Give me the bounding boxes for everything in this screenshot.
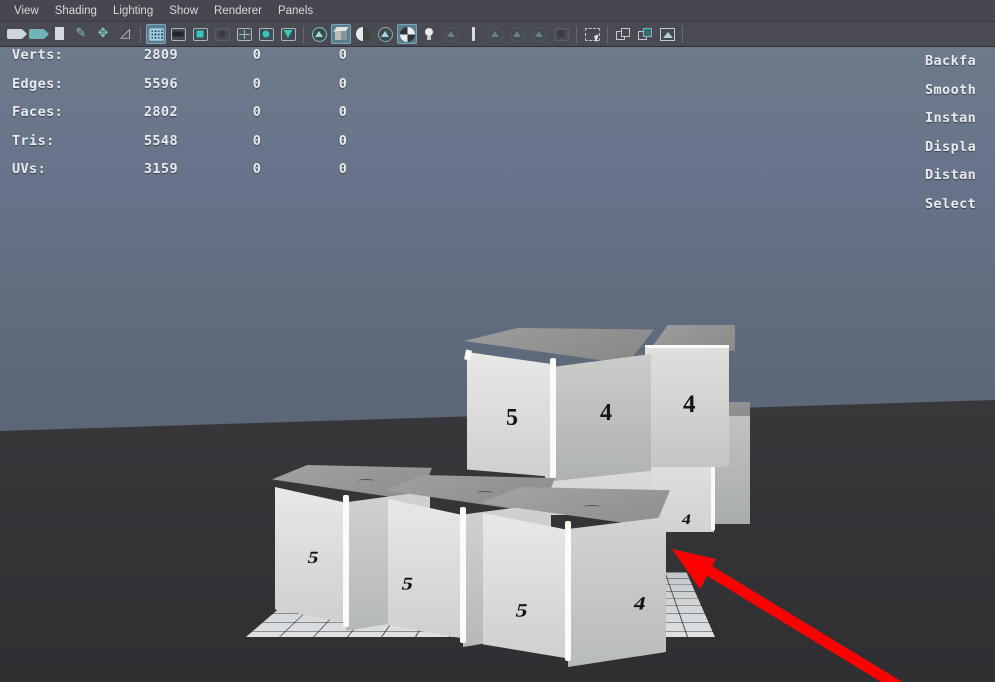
gate-mask-icon[interactable]: [212, 24, 232, 44]
lighting-icon[interactable]: [397, 24, 417, 44]
stat-row-edges: Edges: 5596 0 0: [0, 76, 420, 105]
stat-label-verts: Verts:: [12, 47, 64, 63]
grease-pencil-icon[interactable]: ✎: [71, 24, 91, 44]
toolbar-separator: [140, 25, 141, 43]
xray-joints-icon[interactable]: [278, 24, 298, 44]
toolbar-separator: [607, 25, 608, 43]
stat-total-faces: 2802: [143, 104, 178, 120]
stat-shown-uvs: 0: [338, 161, 348, 177]
menu-item-lighting[interactable]: Lighting: [105, 0, 161, 22]
stat-row-uvs: UVs: 3159 0 0: [0, 161, 420, 190]
screen-space-ao-icon[interactable]: [441, 24, 461, 44]
hud-right-select: Select: [925, 195, 977, 212]
menu-item-renderer[interactable]: Renderer: [206, 0, 270, 22]
hud-right-smooth: Smooth: [925, 81, 977, 98]
bookmark-icon[interactable]: [49, 24, 69, 44]
paint-effects-icon[interactable]: ◿: [115, 24, 135, 44]
cube-top-front[interactable]: 5 4: [464, 328, 654, 481]
toolbar-separator: [682, 25, 683, 43]
motion-blur-icon[interactable]: [463, 24, 483, 44]
stat-selected-faces: 0: [252, 104, 262, 120]
stat-label-tris: Tris:: [12, 132, 55, 149]
shadows-icon[interactable]: [419, 24, 439, 44]
cube-face-number-front: 4: [600, 400, 612, 426]
hud-right-backface: Backfa: [925, 53, 977, 69]
xray-icon[interactable]: [256, 24, 276, 44]
smooth-shade-icon[interactable]: [331, 24, 351, 44]
resolution-gate-icon[interactable]: [190, 24, 210, 44]
multisample-icon[interactable]: [485, 24, 505, 44]
menu-item-shading[interactable]: Shading: [47, 0, 105, 22]
snapshot-icon[interactable]: [657, 24, 677, 44]
hud-right-distance: Distan: [925, 167, 977, 183]
stat-shown-edges: 0: [338, 75, 348, 92]
menu-item-view[interactable]: View: [6, 0, 47, 22]
stat-row-verts: Verts: 2809 0 0: [0, 47, 420, 76]
stat-selected-uvs: 0: [252, 161, 262, 177]
stat-total-edges: 5596: [143, 75, 178, 92]
hud-statistics-panel: Verts: 2809 0 0 Edges: 5596 0 0 Faces: 2…: [0, 47, 420, 190]
stat-selected-edges: 0: [252, 75, 262, 92]
cube-face-number-left: 5: [506, 405, 518, 431]
stat-label-edges: Edges:: [12, 75, 64, 92]
3d-viewport[interactable]: 4 5 4 5 5 5 4 4 Verts: 2809 0 0 Edges: 5…: [0, 47, 995, 682]
shaded-wireframe-icon[interactable]: [353, 24, 373, 44]
camera-bookmark-icon[interactable]: [27, 24, 49, 44]
stat-shown-faces: 0: [338, 104, 348, 120]
stat-total-tris: 5548: [143, 132, 178, 149]
camera-icon[interactable]: [5, 24, 27, 44]
stat-row-faces: Faces: 2802 0 0: [0, 104, 420, 133]
anti-alias-icon[interactable]: [507, 24, 527, 44]
stat-shown-verts: 0: [338, 47, 348, 63]
stat-row-tris: Tris: 5548 0 0: [0, 133, 420, 162]
cube-top-right-back[interactable]: 4: [645, 325, 735, 470]
hud-right-panel: Backfa Smooth Instan Displa Distan Selec…: [925, 47, 995, 218]
texture-icon[interactable]: [375, 24, 395, 44]
hud-right-instance: Instan: [925, 110, 977, 126]
maya-viewport-window: View Shading Lighting Show Renderer Pane…: [0, 0, 995, 682]
grid-icon[interactable]: [146, 24, 166, 44]
stat-total-uvs: 3159: [143, 161, 178, 177]
film-gate-icon[interactable]: [168, 24, 188, 44]
stat-selected-tris: 0: [252, 132, 262, 149]
viewport-toolbar: ✎ ✥ ◿: [0, 22, 995, 47]
toolbar-separator: [576, 25, 577, 43]
wireframe-shaded-icon[interactable]: [309, 24, 329, 44]
paste-panel-icon[interactable]: [635, 24, 655, 44]
isolate-select-icon[interactable]: [551, 24, 571, 44]
toolbar-separator: [303, 25, 304, 43]
stat-shown-tris: 0: [338, 132, 348, 149]
depth-peel-icon[interactable]: [529, 24, 549, 44]
menu-item-panels[interactable]: Panels: [270, 0, 321, 22]
stat-selected-verts: 0: [252, 47, 262, 63]
stat-total-verts: 2809: [143, 47, 178, 63]
cube-front-right[interactable]: [480, 487, 690, 672]
2d-pan-zoom-icon[interactable]: ✥: [93, 24, 113, 44]
menu-bar: View Shading Lighting Show Renderer Pane…: [0, 0, 995, 22]
cube-face-number-right: 4: [683, 391, 696, 418]
menu-item-show[interactable]: Show: [161, 0, 206, 22]
copy-panel-icon[interactable]: [613, 24, 633, 44]
stat-label-faces: Faces:: [12, 104, 64, 120]
four-view-icon[interactable]: [234, 24, 254, 44]
select-tool-icon[interactable]: [582, 24, 602, 44]
stat-label-uvs: UVs:: [12, 161, 47, 177]
hud-right-display: Displa: [925, 138, 977, 155]
